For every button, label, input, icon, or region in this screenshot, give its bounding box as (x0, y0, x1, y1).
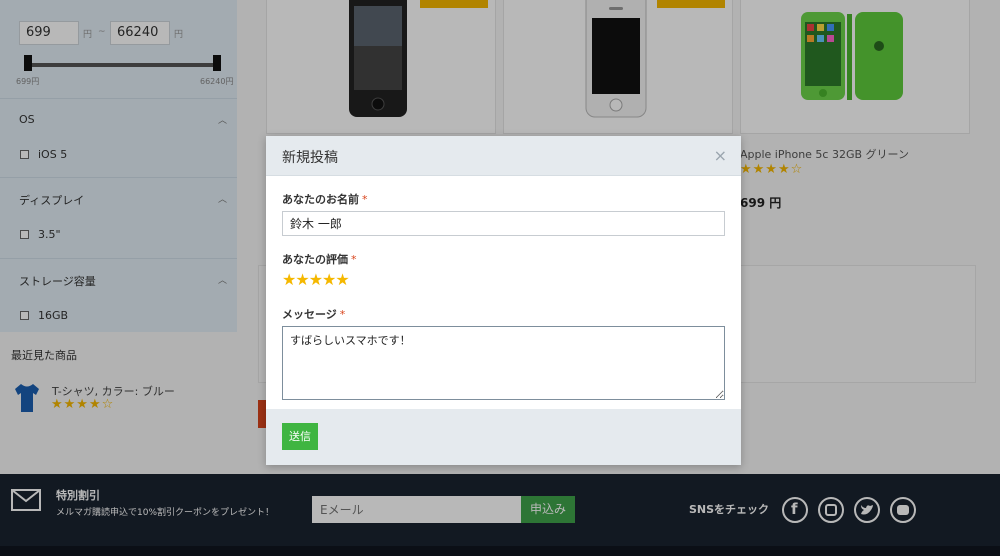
submit-button[interactable]: 送信 (282, 423, 318, 450)
rating-label-text: あなたの評価 (282, 253, 348, 266)
dialog-title: 新規投稿 (282, 150, 338, 166)
dialog-footer: 送信 (266, 409, 741, 465)
required-mark: * (362, 193, 368, 206)
rating-field-label: あなたの評価 * (282, 251, 357, 267)
rating-star-input[interactable]: ★★★★★ (282, 270, 350, 289)
close-icon[interactable]: × (714, 146, 727, 165)
message-textarea[interactable]: すばらしいスマホです！ (282, 326, 725, 400)
required-mark: * (351, 253, 357, 266)
name-label-text: あなたのお名前 (282, 193, 359, 206)
name-input[interactable] (282, 211, 725, 236)
message-label-text: メッセージ (282, 308, 337, 321)
required-mark: * (339, 308, 346, 321)
new-review-dialog: 新規投稿 × あなたのお名前* あなたの評価* ★★★★★ メッセージ* すばら… (266, 136, 741, 465)
message-field-label: メッセージ * (282, 306, 345, 322)
dialog-header: 新規投稿 × (266, 136, 741, 176)
name-field-label: あなたのお名前 * (282, 191, 368, 207)
